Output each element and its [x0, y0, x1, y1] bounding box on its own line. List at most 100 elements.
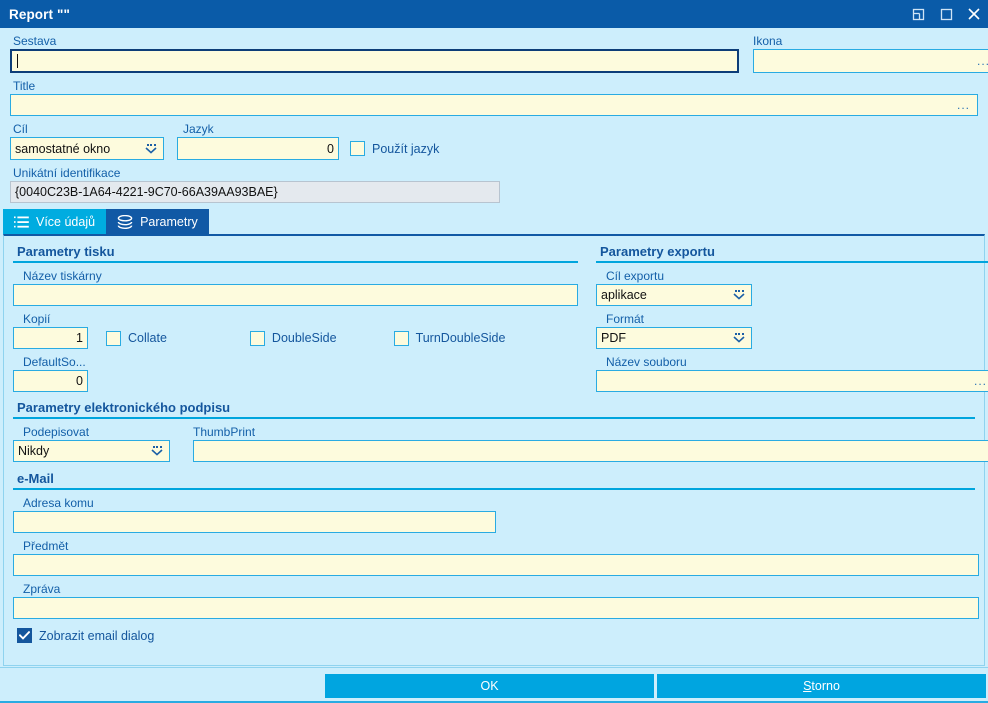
export-filename-input[interactable]: ...: [596, 370, 988, 392]
turn-double-side-checkbox[interactable]: [393, 330, 409, 346]
turn-double-side-label: TurnDoubleSide: [415, 331, 506, 345]
show-email-dialog-row[interactable]: Zobrazit email dialog: [17, 628, 975, 643]
collate-label: Collate: [128, 331, 167, 345]
title-bar: Report "": [0, 0, 988, 28]
row-title: Title ...: [10, 79, 978, 116]
chevron-down-icon[interactable]: [731, 330, 747, 346]
tab-strip: Více údajů Parametry: [3, 209, 988, 234]
jazyk-value: 0: [327, 141, 334, 156]
signature-row: Podepisovat Nikdy ThumbPrint: [13, 425, 988, 462]
cancel-rest-label: torno: [811, 678, 840, 693]
tab-parametry[interactable]: Parametry: [106, 209, 209, 234]
printer-name-label: Název tiskárny: [23, 269, 102, 283]
email-subject-input[interactable]: [13, 554, 979, 576]
collate-checkbox[interactable]: [106, 330, 121, 346]
title-label: Title: [13, 79, 36, 93]
text-caret: [17, 54, 18, 68]
email-section: e-Mail Adresa komu Předmět Zpráva Zobraz…: [13, 471, 979, 643]
email-message-input[interactable]: [13, 597, 979, 619]
cil-select[interactable]: samostatné okno: [10, 137, 164, 160]
ok-button-label: OK: [480, 678, 499, 693]
ikona-browse-button[interactable]: ...: [977, 55, 988, 67]
maximize-window-button[interactable]: [932, 0, 960, 28]
email-to-input[interactable]: [13, 511, 496, 533]
title-input[interactable]: ...: [10, 94, 978, 116]
default-source-label: DefaultSo...: [23, 355, 86, 369]
header-form: Sestava Ikona ... Title ...: [0, 28, 988, 203]
cancel-button[interactable]: Storno: [657, 673, 986, 698]
dialog-footer: OK Storno: [0, 667, 988, 703]
unikatni-value: {0040C23B-1A64-4221-9C70-66A39AA93BAE}: [15, 185, 278, 199]
export-format-value: PDF: [601, 331, 626, 345]
ok-button[interactable]: OK: [325, 673, 654, 698]
cil-value: samostatné okno: [15, 141, 111, 156]
chevron-down-icon[interactable]: [731, 287, 747, 303]
pouzit-jazyk-label: Použít jazyk: [372, 141, 440, 156]
email-message-field: Zpráva: [13, 582, 979, 619]
list-icon: [14, 216, 29, 228]
copies-input[interactable]: 1: [13, 327, 88, 349]
top-columns: Parametry tisku Název tiskárny Kopií 1 C…: [13, 244, 988, 392]
close-icon: [967, 7, 981, 21]
tab-vice-udaju[interactable]: Více údajů: [3, 209, 107, 234]
thumbprint-label: ThumbPrint: [193, 425, 256, 439]
title-browse-button[interactable]: ...: [957, 99, 973, 111]
default-source-input[interactable]: 0: [13, 370, 88, 392]
chevron-down-icon[interactable]: [149, 443, 165, 459]
unikatni-identifikace-value-field: {0040C23B-1A64-4221-9C70-66A39AA93BAE}: [10, 181, 500, 203]
export-format-field: Formát PDF: [596, 312, 988, 349]
signature-group-divider: [13, 417, 975, 419]
double-side-label: DoubleSide: [271, 331, 337, 345]
export-format-label: Formát: [606, 312, 645, 326]
ikona-label: Ikona: [753, 34, 783, 48]
restore-window-button[interactable]: [904, 0, 932, 28]
tab-parametry-label: Parametry: [140, 214, 198, 229]
sestava-input[interactable]: [10, 49, 739, 73]
printer-name-input[interactable]: [13, 284, 578, 306]
thumbprint-input[interactable]: [193, 440, 988, 462]
chevron-down-icon[interactable]: [143, 141, 159, 157]
signature-group-title: Parametry elektronického podpisu: [17, 400, 231, 415]
report-dialog-window: Report "" Sestava Ikona .. Title ... Cíl…: [0, 0, 988, 703]
collate-row[interactable]: Collate: [106, 330, 167, 346]
print-parameters-section: Parametry tisku Název tiskárny Kopií 1 C…: [13, 244, 578, 392]
default-source-field: DefaultSo... 0: [13, 355, 578, 392]
ikona-input[interactable]: ...: [753, 49, 988, 73]
signature-section: Parametry elektronického podpisu Podepis…: [13, 400, 988, 462]
row-cil-jazyk: Cíl samostatné okno Jazyk 0 Použít jazyk: [10, 122, 978, 160]
copies-label: Kopií: [23, 312, 51, 326]
export-target-field: Cíl exportu aplikace: [596, 269, 988, 306]
export-group-title: Parametry exportu: [600, 244, 715, 259]
copies-value: 1: [76, 331, 83, 345]
cancel-button-label: Storno: [803, 679, 840, 693]
close-window-button[interactable]: [960, 0, 988, 28]
podepisovat-value: Nikdy: [18, 444, 50, 458]
unikatni-label: Unikátní identifikace: [13, 166, 121, 180]
export-target-label: Cíl exportu: [606, 269, 665, 283]
row-unikatni: Unikátní identifikace {0040C23B-1A64-422…: [10, 166, 978, 203]
pouzit-jazyk-row[interactable]: Použít jazyk: [350, 137, 439, 160]
parametry-panel: Parametry tisku Název tiskárny Kopií 1 C…: [3, 234, 988, 666]
window-title: Report "": [9, 6, 70, 22]
restore-icon: [912, 8, 925, 21]
print-group-title: Parametry tisku: [17, 244, 115, 259]
podepisovat-select[interactable]: Nikdy: [13, 440, 170, 462]
turn-double-side-row[interactable]: TurnDoubleSide: [393, 330, 506, 346]
email-group-divider: [13, 488, 975, 490]
print-group-divider: [13, 261, 578, 263]
show-email-dialog-checkbox[interactable]: [17, 628, 32, 643]
cil-label: Cíl: [13, 122, 28, 136]
double-side-checkbox[interactable]: [249, 330, 265, 346]
default-source-value: 0: [76, 374, 83, 388]
export-target-select[interactable]: aplikace: [596, 284, 752, 306]
export-target-value: aplikace: [601, 288, 647, 302]
email-group-title: e-Mail: [17, 471, 54, 486]
pouzit-jazyk-checkbox[interactable]: [350, 141, 365, 156]
export-format-select[interactable]: PDF: [596, 327, 752, 349]
double-side-row[interactable]: DoubleSide: [249, 330, 337, 346]
layers-icon: [117, 214, 133, 229]
copies-row: Kopií 1 Collate DoubleSide TurnDoubleSid…: [13, 312, 578, 349]
export-filename-browse-button[interactable]: ...: [974, 375, 988, 387]
export-group-divider: [596, 261, 988, 263]
jazyk-input[interactable]: 0: [177, 137, 339, 160]
